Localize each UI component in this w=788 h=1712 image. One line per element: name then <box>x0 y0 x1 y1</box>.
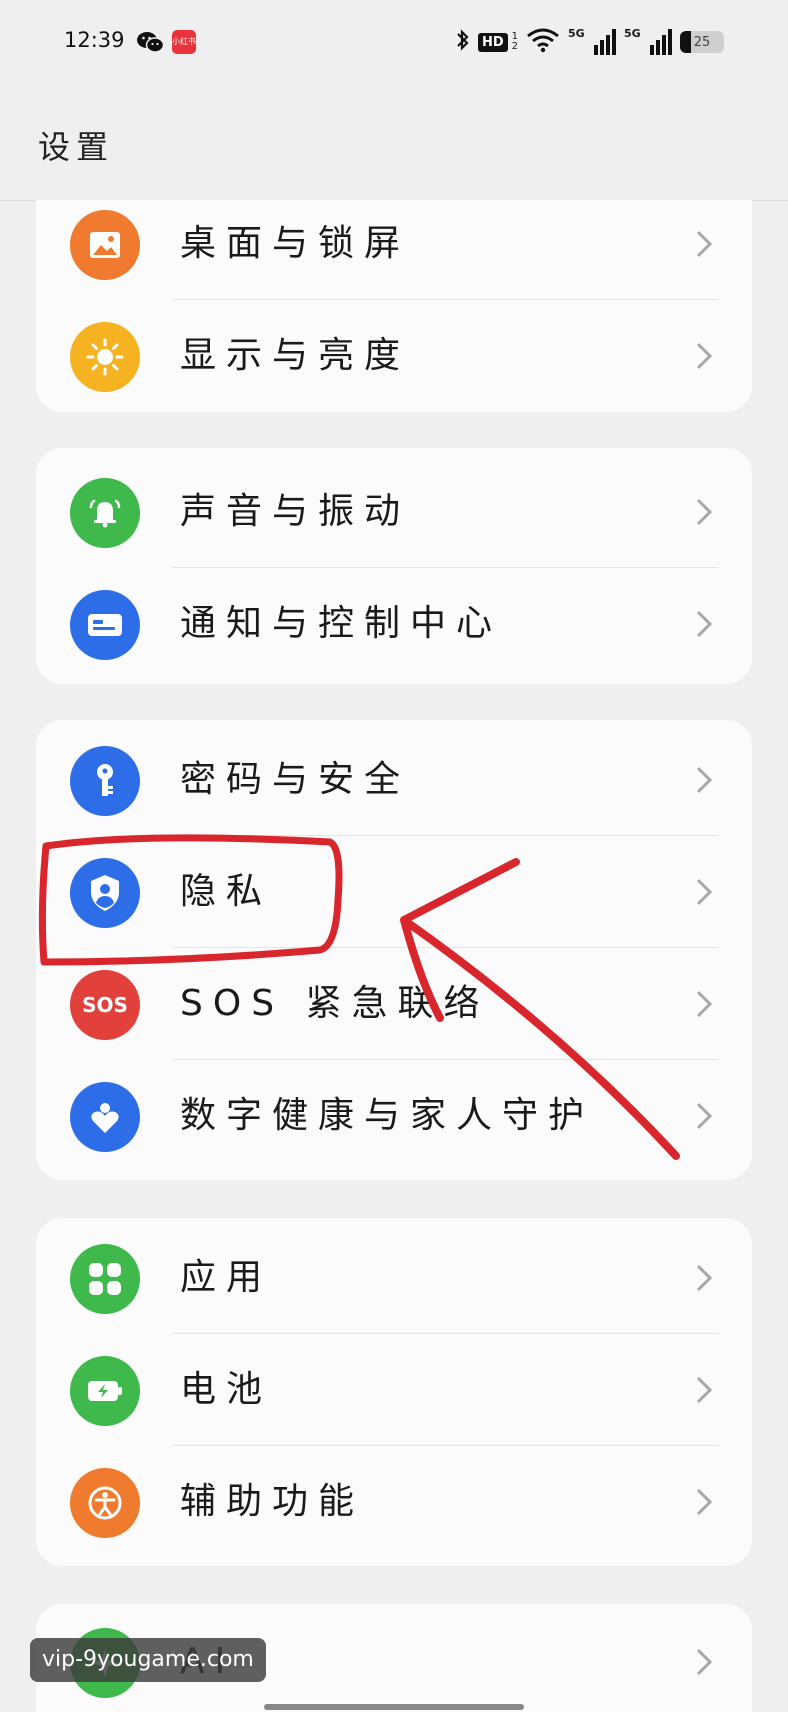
status-time: 12:39 <box>64 28 125 52</box>
settings-group-security: 密码与安全 隐私 SOS SOS 紧急联络 数字健康与家人守护 <box>36 720 752 1180</box>
bluetooth-icon <box>456 28 470 56</box>
settings-item-accessibility[interactable]: 辅助功能 <box>36 1446 752 1558</box>
chevron-right-icon <box>696 342 713 370</box>
settings-group-sound: 声音与振动 通知与控制中心 <box>36 448 752 684</box>
hd-sim-bottom: 2 <box>511 41 518 52</box>
settings-item-apps[interactable]: 应用 <box>36 1222 752 1334</box>
chevron-right-icon <box>696 1376 713 1404</box>
sun-icon <box>70 322 140 392</box>
settings-item-sound[interactable]: 声音与振动 <box>36 456 752 568</box>
settings-item-label: 隐私 <box>180 871 273 912</box>
signal-type-2: 5G <box>624 27 641 40</box>
wifi-icon <box>526 27 560 57</box>
notification-icon <box>70 590 140 660</box>
accessibility-icon <box>70 1468 140 1538</box>
chevron-right-icon <box>696 230 713 258</box>
chevron-right-icon <box>696 990 713 1018</box>
watermark: vip-9yougame.com <box>30 1638 266 1682</box>
wechat-icon <box>136 30 165 58</box>
signal-strength-icon-1: 5G <box>568 27 616 55</box>
wallpaper-icon <box>70 210 140 280</box>
xiaohongshu-icon: 小红书 <box>172 30 196 54</box>
status-indicators: HD 1 2 5G 5G 25 <box>456 26 724 58</box>
signal-strength-icon-2: 5G <box>624 27 672 55</box>
settings-item-wallpaper[interactable]: 桌面与锁屏 <box>36 200 752 300</box>
settings-item-notifications[interactable]: 通知与控制中心 <box>36 568 752 680</box>
settings-group-display: 桌面与锁屏 显示与亮度 <box>36 200 752 412</box>
settings-item-label: 应用 <box>180 1257 273 1298</box>
sos-icon: SOS <box>70 970 140 1040</box>
settings-item-label: 电池 <box>180 1369 273 1410</box>
settings-item-password-security[interactable]: 密码与安全 <box>36 724 752 836</box>
settings-header: 设置 <box>0 90 788 201</box>
settings-item-battery[interactable]: 电池 <box>36 1334 752 1446</box>
chevron-right-icon <box>696 498 713 526</box>
battery-level: 25 <box>693 34 711 50</box>
home-indicator[interactable] <box>264 1704 524 1710</box>
battery-icon: 25 <box>680 31 724 53</box>
bell-icon <box>70 478 140 548</box>
chevron-right-icon <box>696 766 713 794</box>
chevron-right-icon <box>696 1648 713 1676</box>
settings-item-label: 辅助功能 <box>180 1481 365 1522</box>
settings-item-label: 密码与安全 <box>180 759 411 800</box>
status-bar: 12:39 小红书 HD 1 2 5G 5G 25 <box>0 0 788 90</box>
battery-charge-icon <box>70 1356 140 1426</box>
settings-item-label: SOS 紧急联络 <box>180 983 490 1024</box>
settings-item-digital-wellbeing[interactable]: 数字健康与家人守护 <box>36 1060 752 1172</box>
hd-badge: HD <box>477 32 508 52</box>
battery-fill <box>680 31 691 53</box>
signal-type-1: 5G <box>568 27 585 40</box>
settings-item-display[interactable]: 显示与亮度 <box>36 300 752 412</box>
page-title: 设置 <box>38 128 115 166</box>
settings-item-label: 数字健康与家人守护 <box>180 1095 595 1136</box>
hd-sim-indicator: 1 2 <box>512 32 518 52</box>
privacy-shield-icon <box>70 858 140 928</box>
chevron-right-icon <box>696 610 713 638</box>
settings-item-label: 声音与振动 <box>180 491 411 532</box>
settings-item-label: 显示与亮度 <box>180 335 411 376</box>
chevron-right-icon <box>696 1488 713 1516</box>
apps-grid-icon <box>70 1244 140 1314</box>
chevron-right-icon <box>696 1264 713 1292</box>
settings-list[interactable]: 桌面与锁屏 显示与亮度 声音与振动 通知与控制中心 密码与安全 隐私 SOS S… <box>0 200 788 1712</box>
settings-group-apps: 应用 电池 辅助功能 <box>36 1218 752 1566</box>
settings-item-sos[interactable]: SOS SOS 紧急联络 <box>36 948 752 1060</box>
settings-item-label: 通知与控制中心 <box>180 603 503 644</box>
chevron-right-icon <box>696 878 713 906</box>
heart-icon <box>70 1082 140 1152</box>
key-icon <box>70 746 140 816</box>
settings-item-privacy[interactable]: 隐私 <box>36 836 752 948</box>
chevron-right-icon <box>696 1102 713 1130</box>
settings-item-label: 桌面与锁屏 <box>180 223 411 264</box>
